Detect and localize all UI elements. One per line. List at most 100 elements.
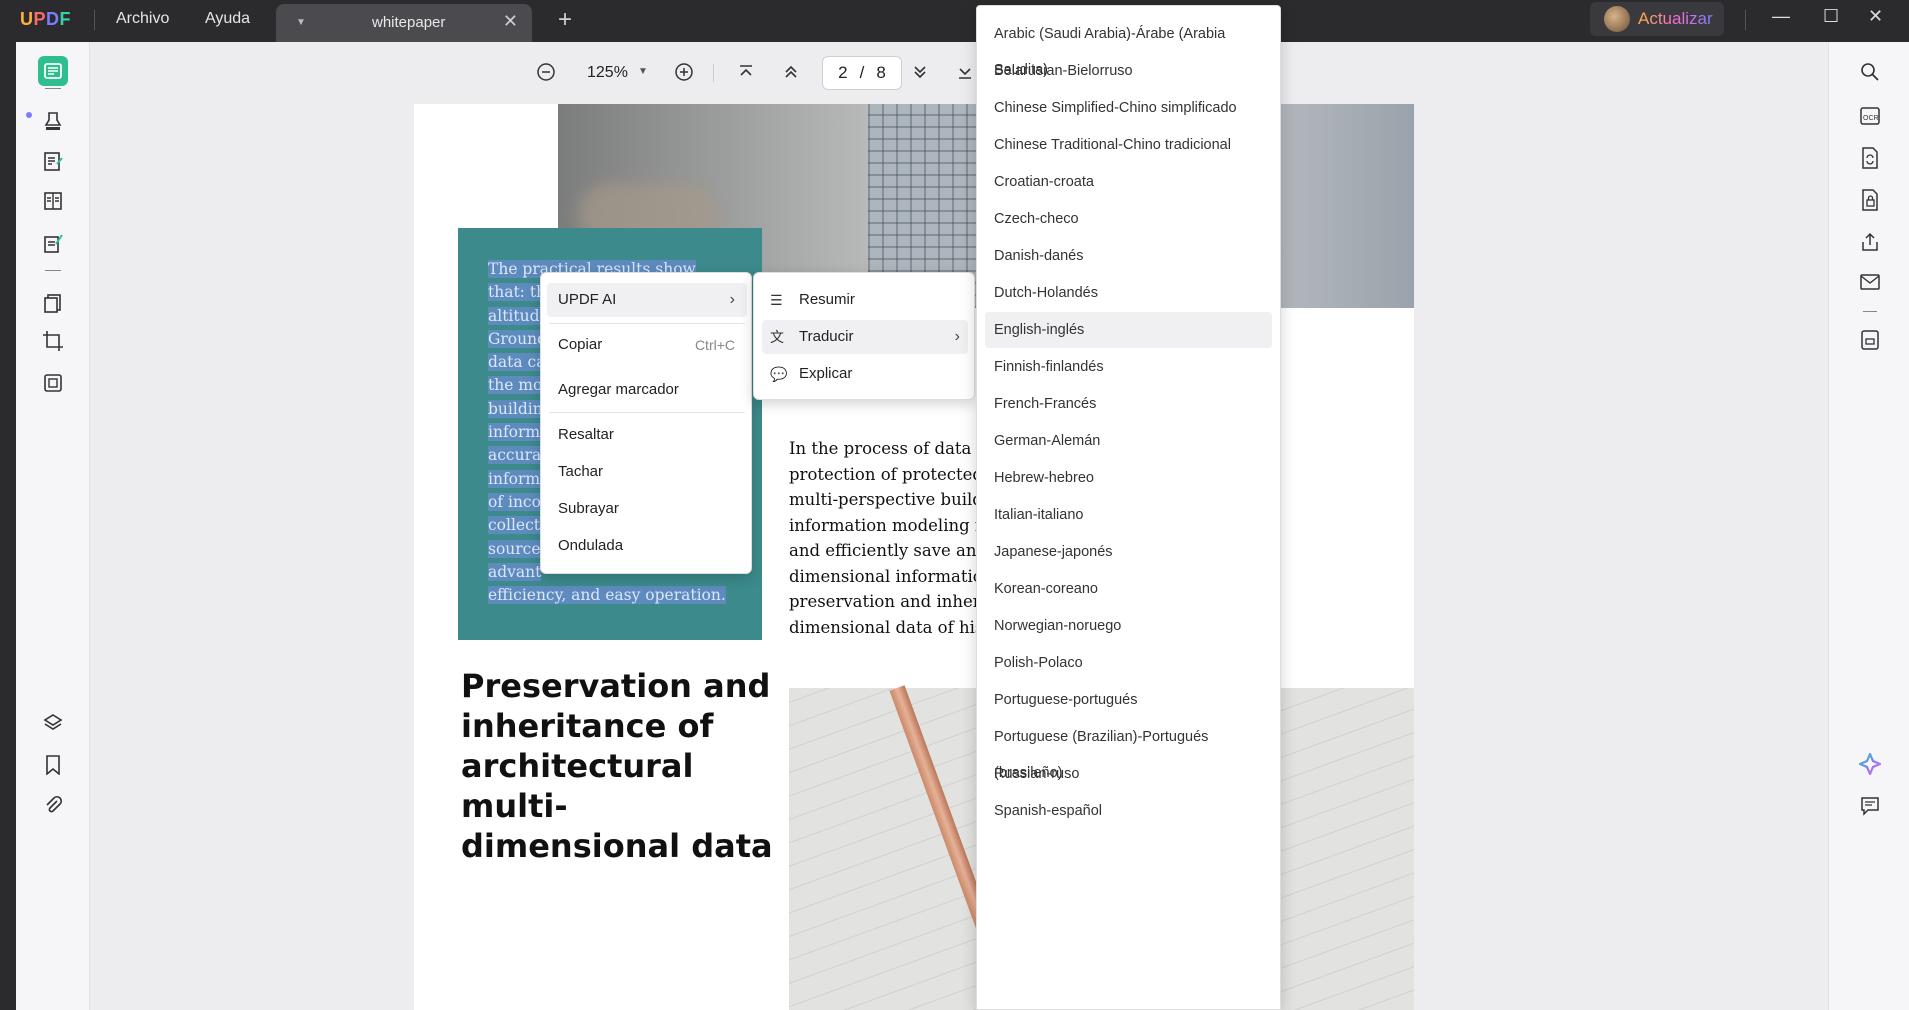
language-option[interactable]: Hebrew-hebreo: [985, 460, 1272, 496]
highlight-label: Resaltar: [558, 426, 614, 443]
language-option[interactable]: Belarusian-Bielorruso: [985, 53, 1272, 89]
menu-item-highlight[interactable]: Resaltar: [541, 418, 753, 452]
language-option[interactable]: Portuguese (Brazilian)-Portugués (brasil…: [985, 719, 1272, 781]
avatar[interactable]: [1604, 6, 1630, 32]
indicator-dot: [26, 112, 32, 118]
add-tab-icon[interactable]: +: [558, 6, 572, 34]
menu-item-updf-ai[interactable]: UPDF AI ›: [547, 283, 747, 317]
convert-icon[interactable]: [1856, 144, 1884, 172]
zoom-out-icon[interactable]: [532, 58, 560, 86]
page-tools-icon[interactable]: [38, 288, 68, 318]
language-option[interactable]: Croatian-croata: [985, 164, 1272, 200]
menu-item-add-bookmark[interactable]: Agregar marcador: [541, 373, 753, 407]
language-option[interactable]: French-Francés: [985, 386, 1272, 422]
title-bar: UPDF Archivo Ayuda ▼ whitepaper ✕ + Actu…: [0, 0, 1909, 42]
next-page-icon[interactable]: [906, 58, 934, 86]
first-page-icon[interactable]: [732, 58, 760, 86]
document-canvas: 125% ▼ 2 / 8 The practical results show …: [90, 42, 1828, 1010]
last-page-icon[interactable]: [951, 58, 979, 86]
language-option[interactable]: Norwegian-noruego: [985, 608, 1272, 644]
language-option[interactable]: Arabic (Saudi Arabia)-Árabe (Arabia Saud…: [985, 16, 1272, 78]
ocr-icon[interactable]: OCR: [1856, 102, 1884, 130]
selected-text-span: data ca: [488, 353, 546, 372]
menu-archivo[interactable]: Archivo: [116, 10, 169, 28]
ocr-tool-icon[interactable]: [38, 368, 68, 398]
menu-item-summarize[interactable]: ☰ Resumir: [754, 283, 976, 317]
language-option[interactable]: Chinese Simplified-Chino simplificado: [985, 90, 1272, 126]
underline-label: Subrayar: [558, 500, 619, 517]
language-option[interactable]: Finnish-finlandés: [985, 349, 1272, 385]
language-list: Arabic (Saudi Arabia)-Árabe (Arabia Saud…: [976, 5, 1281, 1010]
divider: [549, 412, 745, 413]
selected-text-span: inform: [488, 469, 541, 488]
language-option[interactable]: Italian-italiano: [985, 497, 1272, 533]
email-icon[interactable]: [1856, 268, 1884, 296]
divider: [94, 10, 95, 30]
previous-page-icon[interactable]: [777, 58, 805, 86]
divider: [1863, 311, 1877, 312]
language-option[interactable]: Spanish-español: [985, 793, 1272, 829]
language-option[interactable]: Russian-ruso: [985, 756, 1272, 792]
comment-tool-icon[interactable]: [38, 106, 68, 136]
menu-item-copy[interactable]: Copiar Ctrl+C: [541, 328, 753, 362]
menu-item-strikethrough[interactable]: Tachar: [541, 455, 753, 489]
menu-item-explain[interactable]: 💬 Explicar: [754, 357, 976, 391]
menu-item-squiggly[interactable]: Ondulada: [541, 529, 753, 563]
updf-ai-icon[interactable]: [1856, 750, 1884, 778]
context-menu: UPDF AI › Copiar Ctrl+C Agregar marcador…: [540, 272, 752, 574]
save-icon[interactable]: [1856, 326, 1884, 354]
menu-item-underline[interactable]: Subrayar: [541, 492, 753, 526]
selected-text-line[interactable]: efficiency, and easy operation.: [488, 584, 738, 607]
translate-label: Traducir: [799, 328, 854, 345]
minimize-icon[interactable]: —: [1772, 6, 1790, 27]
language-option[interactable]: Portuguese-portugués: [985, 682, 1272, 718]
organize-pages-icon[interactable]: [38, 186, 68, 216]
selected-text-span: of inco: [488, 492, 541, 511]
selected-text-span: accura: [488, 446, 542, 465]
selected-text-span: source,: [488, 539, 546, 558]
search-icon[interactable]: [1856, 58, 1884, 86]
zoom-in-icon[interactable]: [670, 58, 698, 86]
current-page[interactable]: 2: [838, 63, 847, 83]
close-tab-icon[interactable]: ✕: [503, 11, 518, 32]
upgrade-button[interactable]: Actualizar: [1590, 2, 1724, 36]
divider: [45, 270, 61, 271]
language-option[interactable]: Dutch-Holandés: [985, 275, 1272, 311]
updf-ai-label: UPDF AI: [558, 291, 617, 308]
document-tab[interactable]: ▼ whitepaper ✕: [276, 4, 532, 42]
divider: [45, 88, 61, 89]
zoom-level[interactable]: 125%: [587, 64, 628, 82]
attachment-icon[interactable]: [38, 790, 68, 820]
page-number-field[interactable]: 2 / 8: [822, 56, 902, 90]
window-close-icon[interactable]: ✕: [1868, 6, 1883, 27]
language-option[interactable]: Polish-Polaco: [985, 645, 1272, 681]
tab-dropdown-icon[interactable]: ▼: [296, 17, 306, 28]
layers-icon[interactable]: [38, 708, 68, 738]
comments-panel-icon[interactable]: [1856, 792, 1884, 820]
updf-logo[interactable]: UPDF: [20, 9, 71, 30]
language-option[interactable]: Danish-danés: [985, 238, 1272, 274]
language-option[interactable]: German-Alemán: [985, 423, 1272, 459]
menu-item-translate[interactable]: 文 Traducir ›: [762, 320, 968, 354]
copy-label: Copiar: [558, 336, 603, 353]
fill-sign-icon[interactable]: [38, 228, 68, 258]
protect-icon[interactable]: [1856, 186, 1884, 214]
reader-mode-icon[interactable]: [38, 56, 68, 86]
share-icon[interactable]: [1856, 228, 1884, 256]
upgrade-label: Actualizar: [1638, 9, 1713, 28]
language-option[interactable]: Korean-coreano: [985, 571, 1272, 607]
bookmark-icon[interactable]: [38, 750, 68, 780]
menu-ayuda[interactable]: Ayuda: [205, 10, 250, 28]
language-option[interactable]: English-inglés: [985, 312, 1272, 348]
edit-pdf-icon[interactable]: [38, 146, 68, 176]
zoom-dropdown-icon[interactable]: ▼: [638, 66, 648, 77]
bookmark-label: Agregar marcador: [558, 381, 679, 398]
maximize-icon[interactable]: ☐: [1823, 6, 1839, 27]
language-option[interactable]: Czech-checo: [985, 201, 1272, 237]
language-option[interactable]: Japanese-japonés: [985, 534, 1272, 570]
left-toolbar: [16, 42, 90, 1010]
heading-line: Preservation and: [461, 667, 771, 705]
divider: [713, 64, 714, 82]
language-option[interactable]: Chinese Traditional-Chino tradicional: [985, 127, 1272, 163]
crop-icon[interactable]: [38, 326, 68, 356]
